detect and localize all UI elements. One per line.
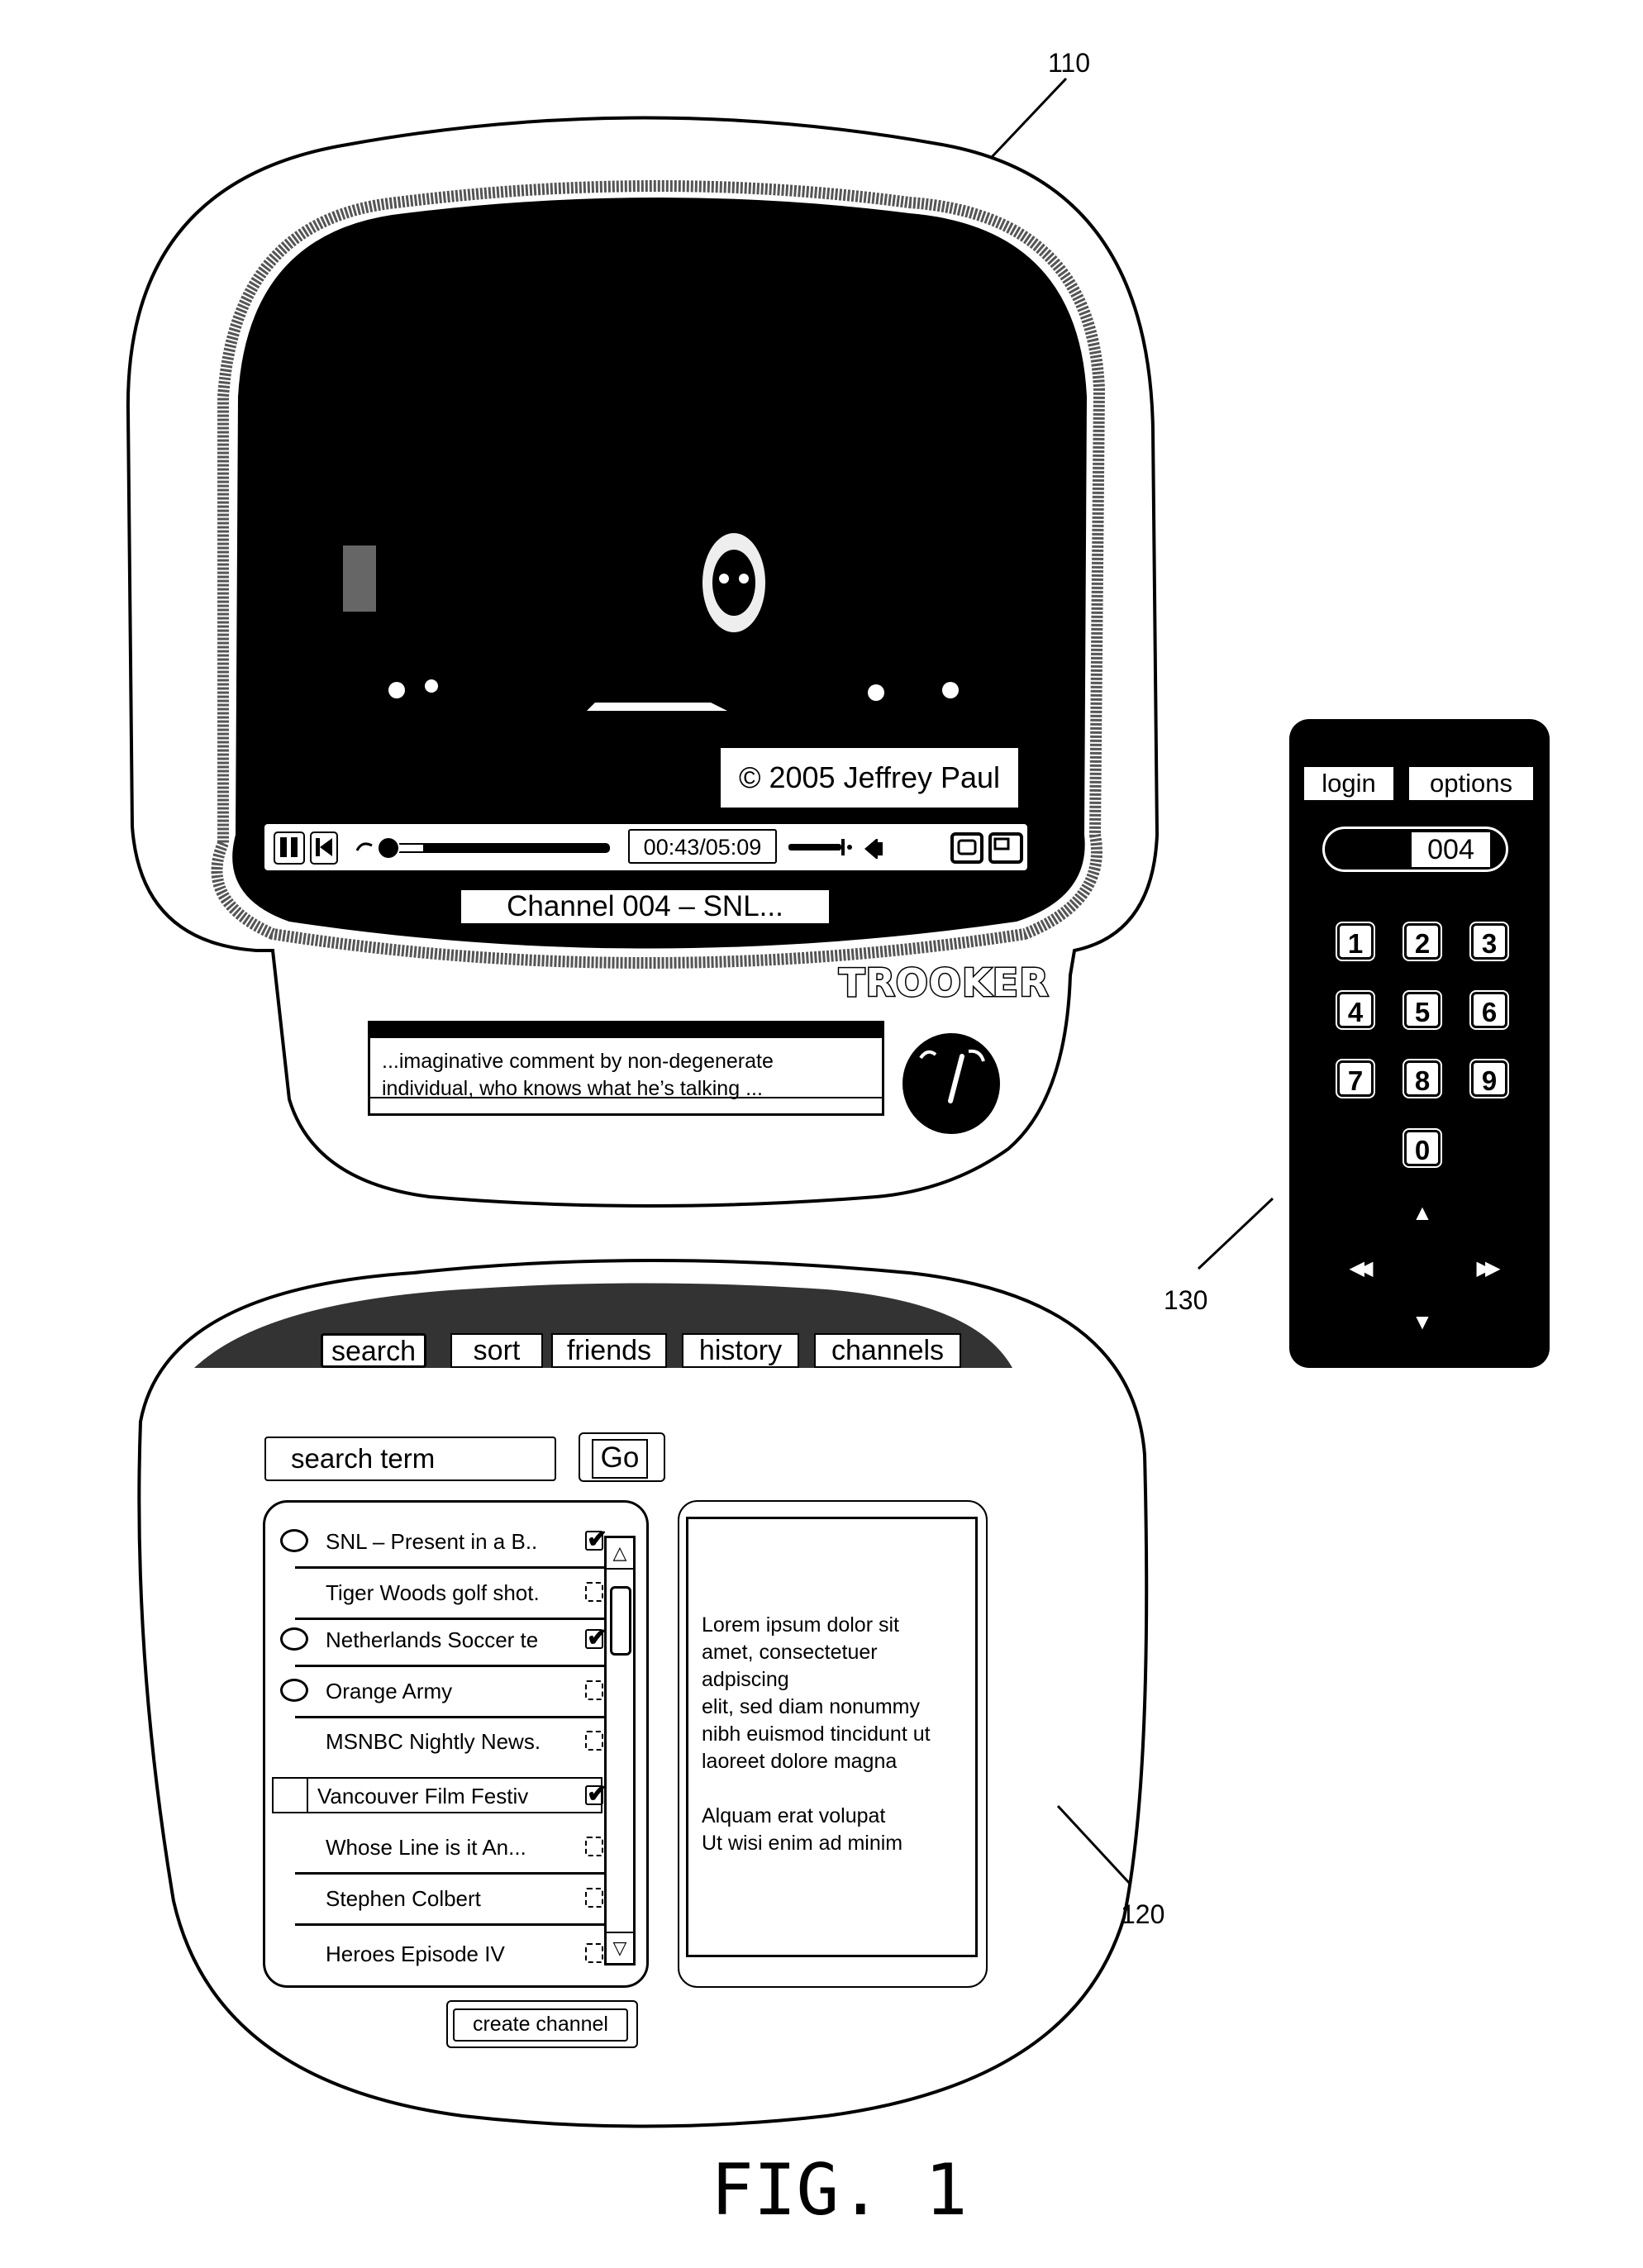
leader-110 [990,77,1068,159]
list-item-title: Vancouver Film Festiv [317,1784,529,1808]
list-separator [295,1566,607,1569]
fast-forward-icon[interactable]: ▶▶ [1464,1255,1506,1283]
remote-control: login options 004 1 2 3 4 5 6 7 8 9 0 ▲ … [1289,719,1550,1368]
key-5[interactable]: 5 [1403,990,1442,1030]
list-item-title: Netherlands Soccer te [326,1627,539,1652]
trooker-logo: TROOKER [838,960,1050,1007]
checkbox-checked[interactable]: ✔ [585,1782,607,1807]
list-item-title: MSNBC Nightly News. [326,1729,541,1754]
list-item-title: Whose Line is it An... [326,1835,526,1860]
create-channel-label: create channel [453,2008,628,2042]
fullscreen-icon[interactable] [950,832,983,864]
skip-back-icon[interactable] [309,831,339,865]
key-1[interactable]: 1 [1336,922,1375,961]
checkbox-unchecked[interactable] [585,1582,603,1602]
ref-label-110: 110 [1048,48,1091,78]
tab-sort[interactable]: sort [450,1333,543,1368]
list-separator [295,1665,607,1667]
globe-icon [280,1679,308,1702]
volume-slider[interactable] [787,836,853,862]
create-channel-button[interactable]: create channel [446,2000,638,2048]
ref-label-120: 120 [1121,1899,1165,1929]
comment-line-1: ...imaginative comment by non-degenerate [382,1050,774,1073]
key-4[interactable]: 4 [1336,990,1375,1030]
down-arrow-icon[interactable]: ▼ [1402,1308,1443,1336]
globe-icon [280,1529,308,1552]
checkbox-unchecked[interactable] [585,1943,603,1963]
checkbox-unchecked[interactable] [585,1837,603,1856]
time-display: 00:43/05:09 [628,829,777,864]
up-arrow-icon[interactable]: ▲ [1402,1198,1443,1227]
login-button[interactable]: login [1304,767,1393,800]
list-item[interactable]: Vancouver Film Festiv ✔ [272,1775,607,1822]
globe-icon [280,1627,308,1651]
channel-number: 004 [1412,832,1490,867]
knob-pointer-icon [919,1049,985,1103]
seek-slider[interactable] [355,834,612,860]
checkbox-checked[interactable]: ✔ [585,1626,607,1651]
list-item-title: Heroes Episode IV [326,1942,505,1966]
key-3[interactable]: 3 [1469,922,1509,961]
go-button-label: Go [592,1439,648,1479]
comment-ticker-top-bar [370,1023,882,1038]
list-separator [295,1923,607,1926]
figure-caption: FIG. 1 [711,2149,968,2232]
list-item-title: Tiger Woods golf shot. [326,1580,540,1605]
key-6[interactable]: 6 [1469,990,1509,1030]
tab-friends[interactable]: friends [551,1333,667,1368]
list-item[interactable]: Stephen Colbert [280,1878,607,1926]
scrollbar[interactable]: △ ▽ [604,1536,636,1965]
options-button[interactable]: options [1409,767,1533,800]
list-item[interactable]: Tiger Woods golf shot. [280,1572,607,1620]
search-input[interactable] [264,1437,556,1481]
speaker-icon[interactable] [861,836,889,862]
list-item[interactable]: Heroes Episode IV [280,1933,607,1980]
ref-label-130: 130 [1164,1285,1208,1315]
list-separator [295,1872,607,1875]
key-8[interactable]: 8 [1403,1059,1442,1098]
leader-130 [1197,1197,1274,1270]
description-frame: Lorem ipsum dolor sit amet, consectetuer… [686,1517,978,1957]
channel-label: Channel 004 – SNL... [461,890,829,923]
results-list: SNL – Present in a B.. ✔ Tiger Woods golf … [263,1500,649,1988]
channel-display: 004 [1322,827,1508,872]
copyright-overlay: © 2005 Jeffrey Paul [721,748,1018,808]
scroll-up-button[interactable]: △ [607,1538,633,1570]
player-control-bar: 00:43/05:09 [263,822,1029,872]
tab-search[interactable]: search [321,1333,426,1368]
tab-channels[interactable]: channels [814,1333,961,1368]
pause-icon[interactable] [273,831,306,865]
list-item[interactable]: Orange Army [280,1670,607,1718]
description-panel: Lorem ipsum dolor sit amet, consectetuer… [678,1500,988,1988]
list-item[interactable]: MSNBC Nightly News. [280,1721,607,1767]
key-2[interactable]: 2 [1403,922,1442,961]
key-7[interactable]: 7 [1336,1059,1375,1098]
comment-ticker-bottom-bar [370,1097,882,1113]
list-item[interactable]: Whose Line is it An... [280,1827,607,1875]
checkbox-checked[interactable]: ✔ [585,1527,607,1552]
key-0[interactable]: 0 [1403,1128,1442,1168]
comment-text: ...imaginative comment by non-degenerate… [382,1048,874,1103]
popout-icon[interactable] [988,832,1023,864]
list-item[interactable]: SNL – Present in a B.. ✔ [280,1521,607,1569]
list-separator [295,1716,607,1718]
list-item-title: SNL – Present in a B.. [326,1529,538,1554]
comment-ticker: ...imaginative comment by non-degenerate… [368,1021,884,1116]
key-9[interactable]: 9 [1469,1059,1509,1098]
list-item[interactable]: Netherlands Soccer te ✔ [280,1619,607,1667]
rewind-icon[interactable]: ◀◀ [1337,1255,1379,1283]
channel-knob[interactable] [902,1033,1000,1134]
list-item-title: Orange Army [326,1679,453,1703]
checkbox-unchecked[interactable] [585,1680,603,1700]
checkbox-unchecked[interactable] [585,1888,603,1908]
description-text: Lorem ipsum dolor sit amet, consectetuer… [702,1613,931,1855]
list-item-title: Stephen Colbert [326,1886,481,1911]
scroll-down-button[interactable]: ▽ [607,1932,633,1963]
selection-handle [272,1777,308,1813]
tab-history[interactable]: history [682,1333,799,1368]
checkbox-unchecked[interactable] [585,1731,603,1751]
go-button[interactable]: Go [579,1432,665,1482]
scroll-thumb[interactable] [610,1586,631,1656]
